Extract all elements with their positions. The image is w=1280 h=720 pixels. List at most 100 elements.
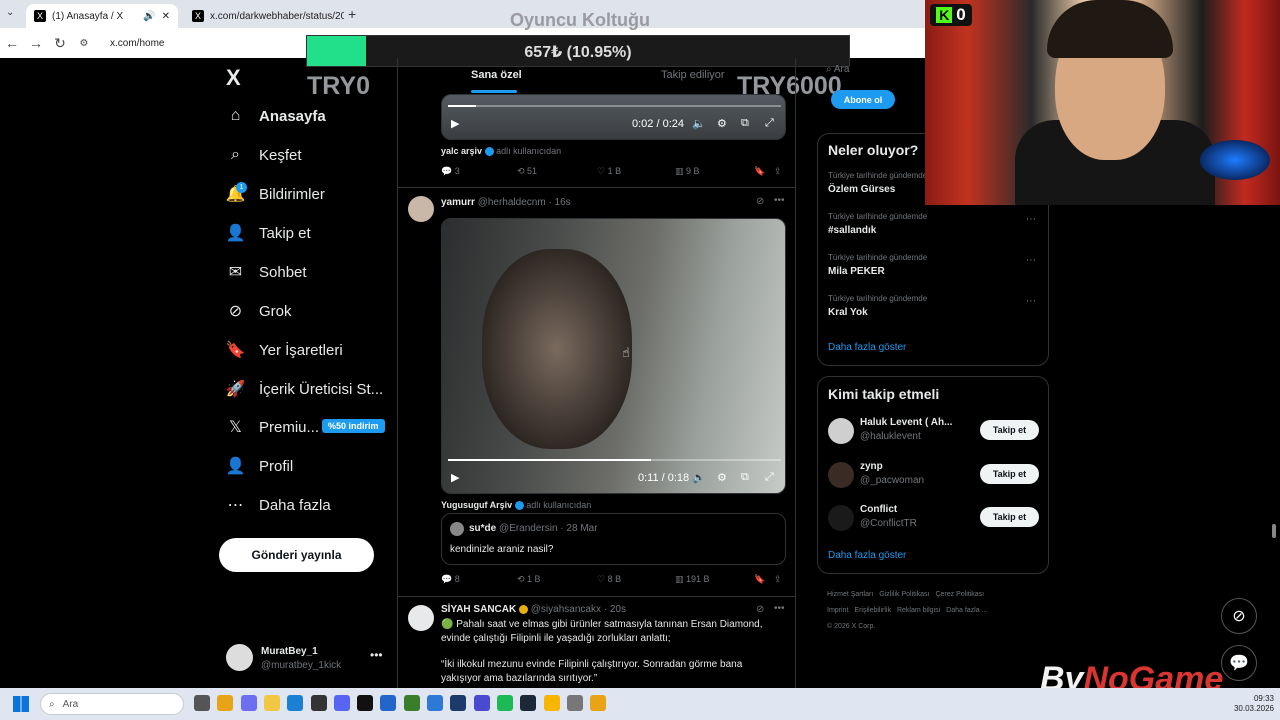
forward-icon[interactable]: → <box>24 35 48 51</box>
trend-item[interactable]: Mila PEKER <box>828 266 885 277</box>
post-time[interactable]: · 20s <box>604 604 626 615</box>
more-dots-icon[interactable]: ⋯ <box>1026 255 1036 266</box>
tab-status[interactable]: X x.com/darkwebhaber/status/20 ✕ <box>184 4 344 28</box>
nav-item-4[interactable]: ✉ Sohbet <box>226 257 307 287</box>
reposter-name[interactable]: yalc arşiv <box>441 146 482 156</box>
follow-name[interactable]: Conflict <box>860 504 897 515</box>
settings-icon[interactable] <box>566 695 583 711</box>
avatar[interactable] <box>408 196 434 222</box>
tab-list-button[interactable]: ⌄ <box>6 7 14 18</box>
steam-icon[interactable] <box>520 695 537 711</box>
speaker-icon[interactable]: 🔊 <box>143 11 155 22</box>
trend-item[interactable]: #sallandık <box>828 225 876 236</box>
follow-name[interactable]: Haluk Levent ( Ah... <box>860 417 952 428</box>
more-dots-icon[interactable]: ⋯ <box>1026 296 1036 307</box>
nav-item-8[interactable]: 𝕏 Premiu... <box>226 412 319 442</box>
avatar[interactable] <box>828 418 854 444</box>
footer-link[interactable]: Erişilebilirlik <box>854 607 891 614</box>
fullscreen-icon[interactable]: ⤢ <box>765 471 774 484</box>
obs-icon[interactable] <box>310 695 327 711</box>
more-dots-icon[interactable]: ••• <box>774 603 785 614</box>
volume-icon[interactable]: 🔈 <box>692 471 706 484</box>
reply-button[interactable]: 💬 3 <box>441 166 460 177</box>
follow-handle[interactable]: @haluklevent <box>860 431 921 442</box>
avatar[interactable] <box>828 505 854 531</box>
nav-item-1[interactable]: ⌕ Keşfet <box>226 140 302 170</box>
trend-item[interactable]: Özlem Gürses <box>828 184 895 195</box>
store-icon[interactable] <box>380 695 397 711</box>
bookmark-icon[interactable]: 🔖 <box>754 574 765 585</box>
chat-fab-icon[interactable]: 💬 <box>1221 645 1257 681</box>
footer-link[interactable]: Çerez Politikası <box>935 591 984 598</box>
edge-icon[interactable] <box>287 695 304 711</box>
follow-handle[interactable]: @ConflictTR <box>860 518 917 529</box>
nav-item-7[interactable]: 🚀 İçerik Üreticisi St... <box>226 374 384 404</box>
avatar[interactable] <box>408 605 434 631</box>
account-switcher[interactable]: MuratBey_1 @muratbey_1kick ••• <box>226 644 386 674</box>
more-dots-icon[interactable]: ••• <box>370 648 383 662</box>
tab-home[interactable]: X (1) Anasayfa / X 🔊 ✕ <box>26 4 178 28</box>
tab-following[interactable]: Takip ediliyor <box>661 69 725 81</box>
share-icon[interactable]: ⇪ <box>774 166 782 177</box>
avatar[interactable] <box>828 462 854 488</box>
trend-item[interactable]: Kral Yok <box>828 307 868 318</box>
settings-icon[interactable]: ⚙ <box>717 471 727 484</box>
file-explorer-icon[interactable] <box>263 695 280 711</box>
spotify-icon[interactable] <box>496 695 513 711</box>
steam-alt-icon[interactable] <box>450 695 467 711</box>
share-icon[interactable]: ⇪ <box>774 574 782 585</box>
new-tab-icon[interactable]: + <box>348 6 356 22</box>
nav-item-5[interactable]: ⊘ Grok <box>226 296 292 326</box>
system-clock[interactable]: 09:33 30.03.2026 <box>1224 694 1274 714</box>
author-handle[interactable]: @herhaldecnm <box>478 197 546 208</box>
site-info-icon[interactable]: ⚙ <box>72 38 96 49</box>
author-name[interactable]: SİYAH SANCAK <box>441 604 516 615</box>
repost-button[interactable]: ⟲ 51 <box>517 166 537 177</box>
capcut-icon[interactable] <box>357 695 374 711</box>
follow-handle[interactable]: @_pacwoman <box>860 475 924 486</box>
author-name[interactable]: yamurr <box>441 197 475 208</box>
settings-icon[interactable]: ⚙ <box>717 117 727 130</box>
app2-icon[interactable] <box>473 695 490 711</box>
quoted-post[interactable]: su*de @Erandersin · 28 Mar kendinizle ar… <box>441 513 786 565</box>
discord-icon[interactable] <box>333 695 350 711</box>
post-button[interactable]: Gönderi yayınla <box>219 538 374 572</box>
minecraft-icon[interactable] <box>403 695 420 711</box>
rockstar-icon[interactable] <box>543 695 560 711</box>
follow-button[interactable]: Takip et <box>980 507 1039 527</box>
follow-name[interactable]: zynp <box>860 461 883 472</box>
reposter-name[interactable]: Yugusuguf Arşiv <box>441 500 512 510</box>
like-button[interactable]: ♡ 8 B <box>597 574 621 585</box>
pip-icon[interactable]: ⧉ <box>741 471 749 484</box>
fullscreen-icon[interactable]: ⤢ <box>765 117 774 130</box>
grok-icon[interactable]: ⊘ <box>756 196 764 207</box>
volume-icon[interactable]: 🔈 <box>692 117 706 130</box>
pip-icon[interactable]: ⧉ <box>741 117 749 130</box>
footer-link[interactable]: Gizlilik Politikası <box>879 591 929 598</box>
grok-icon[interactable]: ⊘ <box>756 604 764 615</box>
follow-button[interactable]: Takip et <box>980 420 1039 440</box>
grok-fab-icon[interactable]: ⊘ <box>1221 598 1257 634</box>
back-icon[interactable]: ← <box>0 35 24 51</box>
url-field[interactable]: x.com/home <box>110 38 164 49</box>
search-input[interactable]: ⌕ Ara <box>826 64 926 86</box>
reply-button[interactable]: 💬 8 <box>441 574 460 585</box>
play-icon[interactable]: ▶ <box>451 471 459 484</box>
more-dots-icon[interactable]: ••• <box>774 195 785 206</box>
follow-button[interactable]: Takip et <box>980 464 1039 484</box>
video-player[interactable]: ▶ 0:02 / 0:24 🔈 ⚙ ⧉ ⤢ <box>441 94 786 140</box>
tab-for-you[interactable]: Sana özel <box>471 69 522 81</box>
footer-link[interactable]: Reklam bilgisi <box>897 607 940 614</box>
subscribe-button[interactable]: Abone ol <box>831 90 895 109</box>
reload-icon[interactable]: ↻ <box>48 35 72 52</box>
nav-item-10[interactable]: ⋯ Daha fazla <box>226 490 331 520</box>
repost-button[interactable]: ⟲ 1 B <box>517 574 541 585</box>
more-dots-icon[interactable]: ⋯ <box>1026 214 1036 225</box>
footer-link[interactable]: © 2026 X Corp. <box>827 623 875 630</box>
x-logo[interactable]: X <box>226 65 241 91</box>
views-button[interactable]: ▥ 191 B <box>675 574 710 585</box>
trends-more-link[interactable]: Daha fazla göster <box>828 342 906 353</box>
bookmark-icon[interactable]: 🔖 <box>754 166 765 177</box>
like-button[interactable]: ♡ 1 B <box>597 166 621 177</box>
video-player[interactable]: ☝ ▶ 0:11 / 0:18 🔈 ⚙ ⧉ ⤢ <box>441 218 786 494</box>
